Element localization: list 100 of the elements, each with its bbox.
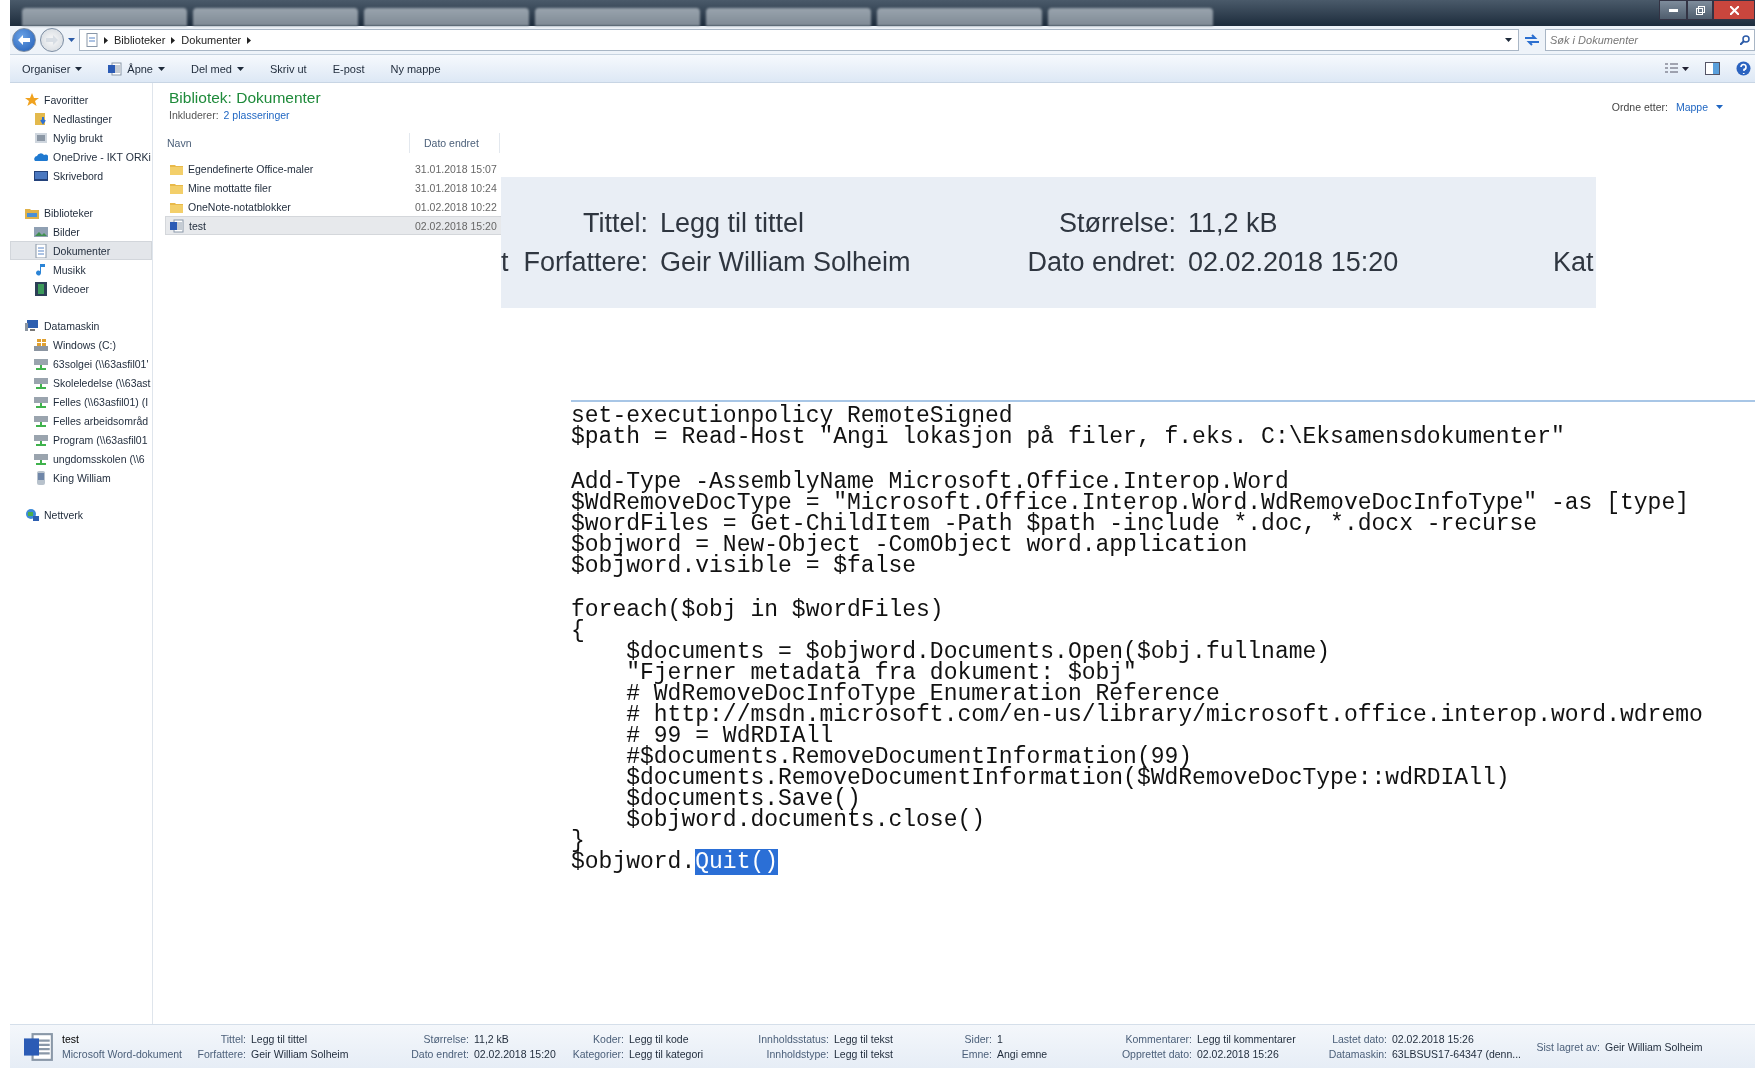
- property-value[interactable]: Legg til kategori: [629, 1048, 704, 1060]
- toolbar-button[interactable]: Organiser: [22, 62, 83, 75]
- toolbar-button[interactable]: Skriv ut: [269, 62, 307, 75]
- word-document-icon: [170, 218, 184, 233]
- sidebar-item[interactable]: Program (\\63asfil01: [10, 430, 152, 449]
- toolbar-button[interactable]: Åpne: [108, 61, 165, 76]
- property-value[interactable]: Legg til tittel: [251, 1033, 308, 1045]
- sidebar-group[interactable]: Nettverk: [10, 505, 152, 524]
- pictures-icon: [34, 224, 48, 239]
- caret-icon: [158, 66, 165, 71]
- sidebar-item[interactable]: Bilder: [10, 222, 152, 241]
- library-icon: [86, 33, 98, 47]
- file-row[interactable]: OneNote-notatblokker 01.02.2018 10:22: [165, 197, 502, 216]
- property-value[interactable]: 02.02.2018 15:20: [474, 1048, 556, 1060]
- close-button[interactable]: [1713, 0, 1755, 20]
- property-value[interactable]: 02.02.2018 15:26: [1197, 1048, 1279, 1060]
- search-icon: [1740, 35, 1750, 45]
- toolbar-button[interactable]: E-post: [332, 62, 365, 75]
- sidebar-item[interactable]: Videoer: [10, 279, 152, 298]
- property-label: Størrelse:: [1057, 207, 1177, 239]
- caret-icon: [236, 66, 244, 71]
- toolbar-button[interactable]: Del med: [191, 62, 244, 75]
- property-value[interactable]: Legg til kommentarer: [1197, 1033, 1296, 1045]
- network-drive-icon: [34, 413, 48, 428]
- file-row[interactable]: test 02.02.2018 15:20: [165, 216, 502, 235]
- maximize-button[interactable]: [1687, 0, 1713, 20]
- chevron-icon: [104, 36, 108, 44]
- minimize-button[interactable]: [1659, 0, 1687, 20]
- locations-link[interactable]: 2 plasseringer: [223, 109, 290, 121]
- sidebar-item[interactable]: 63solgei (\\63asfil01': [10, 354, 152, 373]
- preview-pane-icon[interactable]: [1705, 62, 1720, 75]
- property-label: Innholdsstatus:: [757, 1033, 829, 1045]
- sidebar-group[interactable]: Biblioteker: [10, 203, 152, 222]
- property-value[interactable]: Legg til kode: [629, 1033, 689, 1045]
- property-value[interactable]: Geir William Solheim: [251, 1048, 349, 1060]
- property-label: Datamaskin:: [1327, 1048, 1387, 1060]
- forward-arrow-icon: [46, 35, 58, 45]
- property-value[interactable]: 11,2 kB: [474, 1033, 509, 1045]
- file-row[interactable]: Mine mottatte filer 31.01.2018 10:24: [165, 178, 502, 197]
- back-button[interactable]: [12, 28, 36, 52]
- property-value[interactable]: 63LBSUS17-64347 (denn...: [1392, 1048, 1521, 1060]
- property-value[interactable]: Legg til tekst: [834, 1033, 893, 1045]
- word-document-icon: [24, 1031, 54, 1062]
- arrange-dropdown[interactable]: Mappe: [1675, 101, 1708, 113]
- folder-icon: [170, 162, 183, 175]
- code-line: {: [571, 621, 585, 642]
- desktop-icon: [34, 168, 48, 183]
- file-name: Mine mottatte filer: [188, 181, 272, 194]
- code-line: $documents.Save(): [625, 789, 861, 810]
- sidebar-item[interactable]: King William: [10, 468, 152, 487]
- caret-icon: [68, 38, 75, 42]
- sidebar-item[interactable]: Nylig brukt: [10, 128, 152, 147]
- code-line: #$documents.RemoveDocumentInformation(99): [625, 747, 1193, 768]
- property-label: Emne:: [960, 1048, 992, 1060]
- refresh-icon[interactable]: [1523, 32, 1541, 48]
- property-value[interactable]: Geir William Solheim: [1605, 1040, 1703, 1053]
- sidebar-item[interactable]: Skoleledelse (\\63ast: [10, 373, 152, 392]
- folder-icon: [170, 200, 183, 213]
- help-icon[interactable]: [1736, 61, 1751, 76]
- sidebar-item[interactable]: Nedlastinger: [10, 109, 152, 128]
- sidebar-item[interactable]: Felles (\\63asfil01) (I: [10, 392, 152, 411]
- breadcrumb[interactable]: Biblioteker: [114, 34, 166, 46]
- property-label: Dato endret:: [1026, 246, 1177, 278]
- breadcrumb[interactable]: Dokumenter: [181, 34, 242, 46]
- forward-button[interactable]: [40, 28, 64, 52]
- sidebar-item[interactable]: OneDrive - IKT ORKi: [10, 147, 152, 166]
- file-name: test: [62, 1033, 80, 1045]
- property-value[interactable]: Legg til tekst: [834, 1048, 893, 1060]
- sidebar-item[interactable]: Skrivebord: [10, 166, 152, 185]
- file-row[interactable]: Egendefinerte Office-maler 31.01.2018 15:07: [165, 159, 502, 178]
- sidebar-group[interactable]: Favoritter: [10, 90, 152, 109]
- property-value[interactable]: Angi emne: [997, 1048, 1048, 1060]
- star-icon: [25, 92, 39, 107]
- column-header[interactable]: Navn: [153, 133, 410, 153]
- code-line: # http://msdn.microsoft.com/en-us/library/microsoft.office.interop.word.wdremo: [625, 705, 1704, 726]
- arrange-label: Ordne etter:: [1611, 101, 1668, 113]
- toolbar-button[interactable]: Ny mappe: [390, 62, 441, 75]
- column-header[interactable]: Dato endret: [410, 133, 500, 153]
- sidebar-item[interactable]: ungdomsskolen (\\6: [10, 449, 152, 468]
- sidebar-item[interactable]: Windows (C:): [10, 335, 152, 354]
- includes-label: Inkluderer:: [169, 109, 219, 121]
- sidebar-item[interactable]: Felles arbeidsområd: [10, 411, 152, 430]
- code-line: $objword.documents.close(): [625, 810, 987, 831]
- sidebar-group[interactable]: Datamaskin: [10, 316, 152, 335]
- portable-device-icon: [34, 470, 48, 485]
- property-label: Dato endret:: [410, 1048, 469, 1060]
- address-bar[interactable]: Biblioteker Dokumenter: [79, 29, 1519, 51]
- cut-text: t: [501, 246, 510, 278]
- network-drive-icon: [34, 451, 48, 466]
- view-options-icon[interactable]: [1665, 62, 1689, 75]
- file-name: test: [189, 219, 206, 232]
- file-name: OneNote-notatblokker: [188, 200, 291, 213]
- sidebar-item[interactable]: Dokumenter: [10, 241, 152, 260]
- chevron-icon: [171, 36, 176, 44]
- property-value: 11,2 kB: [1188, 207, 1279, 239]
- property-value[interactable]: 1: [997, 1033, 1003, 1045]
- property-value[interactable]: 02.02.2018 15:26: [1392, 1033, 1474, 1045]
- caret-icon: [1505, 38, 1512, 42]
- sidebar-item[interactable]: Musikk: [10, 260, 152, 279]
- search-field[interactable]: Søk i Dokumenter: [1545, 29, 1755, 51]
